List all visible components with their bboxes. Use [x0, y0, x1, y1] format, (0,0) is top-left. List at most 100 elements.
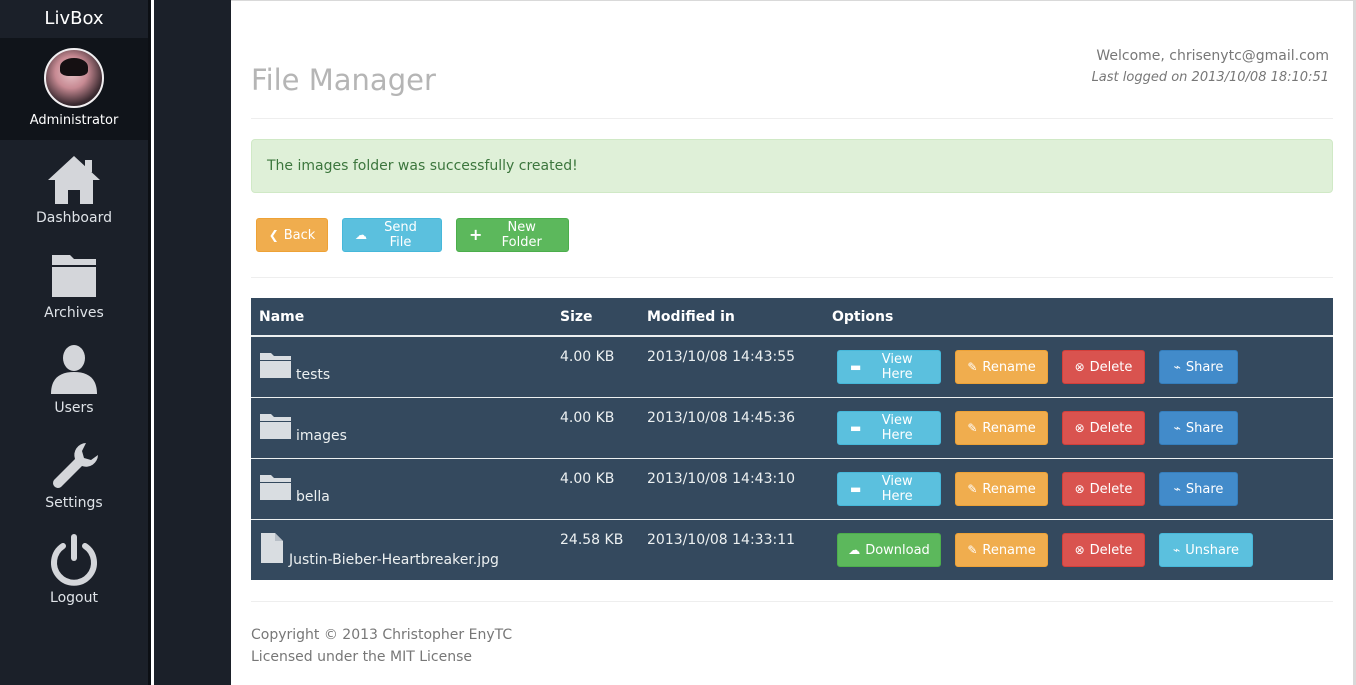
paperclip-icon: ⌁ — [1173, 482, 1181, 496]
button-label: Download — [865, 542, 930, 558]
home-icon — [48, 156, 100, 204]
column-header-options: Options — [832, 309, 894, 325]
view-here-button[interactable]: ▬ View Here — [837, 350, 941, 384]
file-name[interactable]: Justin-Bieber-Heartbreaker.jpg — [289, 552, 499, 568]
file-size: 24.58 KB — [560, 532, 624, 548]
sidebar-item-archives[interactable]: Archives — [0, 235, 148, 330]
brand-logo[interactable]: LivBox — [0, 0, 148, 38]
file-name-cell[interactable]: images — [259, 410, 347, 444]
back-button-label: Back — [283, 227, 316, 243]
remove-circle-icon: ⊗ — [1074, 360, 1085, 374]
delete-button[interactable]: ⊗ Delete — [1062, 350, 1145, 384]
rename-button[interactable]: ✎ Rename — [955, 533, 1048, 567]
file-name[interactable]: tests — [296, 367, 330, 383]
sidebar-item-users[interactable]: Users — [0, 330, 148, 425]
pencil-icon: ✎ — [967, 543, 978, 557]
button-label: Rename — [982, 359, 1036, 375]
sidebar-item-logout[interactable]: Logout — [0, 520, 148, 615]
last-logged-text: Last logged on 2013/10/08 18:10:51 — [1091, 70, 1329, 85]
toolbar: ❮ Back ☁ Send File + New Folder — [251, 218, 1333, 278]
send-file-button-label: Send File — [384, 220, 417, 250]
rename-button[interactable]: ✎ Rename — [955, 472, 1048, 506]
delete-button[interactable]: ⊗ Delete — [1062, 472, 1145, 506]
download-button[interactable]: ☁ Download — [837, 533, 941, 567]
folder-open-icon: ▬ — [850, 482, 862, 496]
remove-circle-icon: ⊗ — [1074, 482, 1085, 496]
sidebar-item-label: Dashboard — [36, 210, 112, 226]
wrench-icon — [52, 443, 98, 488]
file-icon — [261, 533, 283, 563]
button-label: Delete — [1089, 481, 1133, 497]
pencil-icon: ✎ — [967, 421, 978, 435]
profile-role: Administrator — [29, 113, 119, 128]
file-name-cell[interactable]: Justin-Bieber-Heartbreaker.jpg — [259, 532, 499, 568]
unshare-button[interactable]: ⌁ Unshare — [1159, 533, 1253, 567]
send-file-button[interactable]: ☁ Send File — [342, 218, 442, 252]
table-row: tests 4.00 KB 2013/10/08 14:43:55 ▬ View … — [251, 337, 1333, 398]
table-row: bella 4.00 KB 2013/10/08 14:43:10 ▬ View … — [251, 459, 1333, 520]
table-row: Justin-Bieber-Heartbreaker.jpg 24.58 KB … — [251, 520, 1333, 580]
column-header-name[interactable]: Name — [259, 309, 304, 325]
file-name[interactable]: images — [296, 428, 347, 444]
file-name-cell[interactable]: bella — [259, 471, 330, 505]
sidebar-item-label: Settings — [45, 495, 103, 511]
back-button[interactable]: ❮ Back — [256, 218, 328, 252]
new-folder-button-label: New Folder — [501, 220, 542, 250]
pencil-icon: ✎ — [967, 482, 978, 496]
button-label: View Here — [881, 352, 913, 382]
view-here-button[interactable]: ▬ View Here — [837, 411, 941, 445]
folder-open-icon: ▬ — [850, 421, 862, 435]
share-button[interactable]: ⌁ Share — [1159, 350, 1238, 384]
file-size: 4.00 KB — [560, 349, 615, 365]
footer: Copyright © 2013 Christopher EnyTC Licen… — [251, 601, 1333, 668]
file-modified: 2013/10/08 14:43:10 — [647, 471, 796, 487]
paperclip-icon: ⌁ — [1173, 421, 1181, 435]
chevron-left-icon: ❮ — [268, 228, 279, 242]
alert-message: The images folder was successfully creat… — [267, 158, 578, 174]
share-button[interactable]: ⌁ Share — [1159, 472, 1238, 506]
plus-icon: + — [469, 225, 483, 244]
paperclip-icon: ⌁ — [1173, 360, 1181, 374]
welcome-block: Welcome, chrisenytc@gmail.com Last logge… — [1092, 48, 1329, 85]
button-label: Share — [1185, 359, 1224, 375]
sidebar-item-label: Archives — [44, 305, 104, 321]
rename-button[interactable]: ✎ Rename — [955, 350, 1048, 384]
button-label: Rename — [982, 481, 1036, 497]
view-here-button[interactable]: ▬ View Here — [837, 472, 941, 506]
paperclip-icon: ⌁ — [1172, 543, 1181, 557]
delete-button[interactable]: ⊗ Delete — [1062, 411, 1145, 445]
sidebar-nav: Dashboard Archives Users Settings Logout — [0, 140, 148, 615]
button-label: Unshare — [1185, 542, 1240, 558]
folder-icon — [260, 414, 291, 439]
file-name-cell[interactable]: tests — [259, 349, 330, 383]
button-label: Delete — [1089, 420, 1133, 436]
file-name[interactable]: bella — [296, 489, 330, 505]
sidebar-item-dashboard[interactable]: Dashboard — [0, 140, 148, 235]
button-label: Rename — [982, 420, 1036, 436]
welcome-text: Welcome, chrisenytc@gmail.com — [1096, 48, 1329, 64]
new-folder-button[interactable]: + New Folder — [456, 218, 569, 252]
button-label: Delete — [1089, 542, 1133, 558]
copyright-text: Copyright © 2013 Christopher EnyTC — [251, 627, 513, 643]
avatar[interactable] — [44, 48, 104, 108]
sidebar-item-label: Users — [54, 400, 94, 416]
sidebar: LivBox Administrator Dashboard Archives … — [0, 0, 151, 685]
column-header-size[interactable]: Size — [560, 309, 593, 325]
page-title: File Manager — [251, 63, 436, 97]
file-modified: 2013/10/08 14:43:55 — [647, 349, 796, 365]
delete-button[interactable]: ⊗ Delete — [1062, 533, 1145, 567]
remove-circle-icon: ⊗ — [1074, 543, 1085, 557]
button-label: View Here — [881, 474, 913, 504]
user-icon — [51, 345, 97, 394]
remove-circle-icon: ⊗ — [1074, 421, 1085, 435]
file-size: 4.00 KB — [560, 410, 615, 426]
page-header: File Manager Welcome, chrisenytc@gmail.c… — [251, 1, 1333, 119]
folder-open-icon: ▬ — [850, 360, 862, 374]
table-row: images 4.00 KB 2013/10/08 14:45:36 ▬ View… — [251, 398, 1333, 459]
column-header-modified[interactable]: Modified in — [647, 309, 735, 325]
sidebar-item-settings[interactable]: Settings — [0, 425, 148, 520]
success-alert: The images folder was successfully creat… — [251, 139, 1333, 193]
rename-button[interactable]: ✎ Rename — [955, 411, 1048, 445]
share-button[interactable]: ⌁ Share — [1159, 411, 1238, 445]
power-icon — [51, 534, 97, 586]
